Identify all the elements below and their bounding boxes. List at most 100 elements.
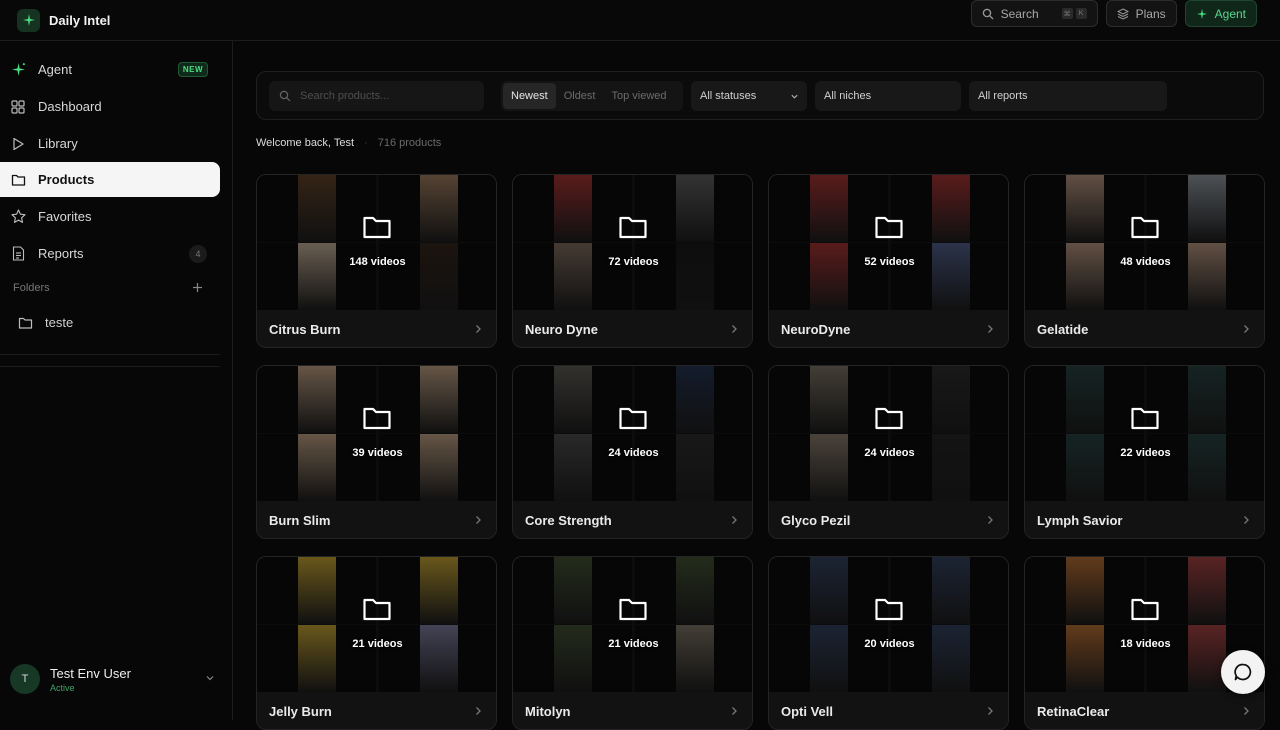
sidebar-item-library[interactable]: Library [0, 126, 220, 161]
folder-item-teste[interactable]: teste [18, 315, 73, 330]
product-card-footer: Mitolyn [513, 692, 752, 729]
sidebar: Agent NEW Dashboard Library Products Fav… [0, 41, 233, 720]
product-card[interactable]: 148 videos Citrus Burn [256, 174, 497, 348]
search-label: Search [1000, 6, 1039, 21]
product-card[interactable]: 21 videos Mitolyn [512, 556, 753, 730]
product-card[interactable]: 39 videos Burn Slim [256, 365, 497, 539]
search-button[interactable]: Search ⌘ K [970, 0, 1098, 27]
agent-button[interactable]: Agent [1184, 0, 1257, 27]
product-thumbnail-grid: 48 videos [1025, 175, 1264, 310]
chevron-right-icon [730, 706, 738, 716]
product-name: Gelatide [1037, 322, 1089, 337]
product-thumbnail-grid: 52 videos [769, 175, 1008, 310]
sidebar-item-label: Products [38, 172, 95, 187]
video-count: 21 videos [352, 638, 403, 650]
product-card[interactable]: 24 videos Glyco Pezil [768, 365, 1009, 539]
avatar: T [10, 664, 40, 694]
niche-select[interactable]: All niches [815, 81, 961, 111]
sidebar-item-label: Favorites [38, 209, 92, 224]
folder-icon [18, 316, 33, 330]
folder-icon [618, 214, 648, 240]
product-card-footer: Lymph Savior [1025, 501, 1264, 538]
folder-label: teste [45, 315, 74, 330]
folder-icon [1130, 214, 1160, 240]
welcome-line: Welcome back, Test · 716 products [256, 137, 441, 149]
product-name: Citrus Burn [269, 322, 341, 337]
product-card-footer: Citrus Burn [257, 310, 496, 347]
video-count: 22 videos [1120, 447, 1171, 459]
chevron-right-icon [1242, 515, 1250, 525]
chat-bubble-icon [1233, 662, 1253, 682]
sidebar-item-label: Library [38, 136, 78, 151]
product-card[interactable]: 48 videos Gelatide [1024, 174, 1265, 348]
chat-button[interactable] [1221, 650, 1265, 694]
reports-count-badge: 4 [189, 244, 207, 263]
sidebar-item-label: Dashboard [38, 99, 102, 114]
folder-icon [362, 214, 392, 240]
product-card[interactable]: 72 videos Neuro Dyne [512, 174, 753, 348]
plans-button[interactable]: Plans [1105, 0, 1177, 27]
product-card[interactable]: 22 videos Lymph Savior [1024, 365, 1265, 539]
video-count: 48 videos [1120, 256, 1171, 268]
product-card[interactable]: 20 videos Opti Vell [768, 556, 1009, 730]
folder-icon [618, 405, 648, 431]
product-card-footer: Glyco Pezil [769, 501, 1008, 538]
sort-toggle: Newest Oldest Top viewed [501, 81, 683, 111]
chevron-right-icon [474, 515, 482, 525]
folder-icon [874, 214, 904, 240]
video-count: 24 videos [608, 447, 659, 459]
sidebar-divider [0, 366, 220, 367]
sidebar-item-products[interactable]: Products [0, 162, 220, 197]
grid-icon [10, 99, 26, 115]
welcome-text: Welcome back, Test [256, 137, 355, 149]
report-select[interactable]: All reports [969, 81, 1167, 111]
product-thumbnail-grid: 24 videos [769, 366, 1008, 501]
search-icon [279, 90, 291, 102]
new-badge: NEW [177, 62, 208, 77]
chevron-down-icon [790, 92, 799, 101]
folder-icon [10, 172, 26, 188]
folder-icon [1130, 405, 1160, 431]
sort-oldest[interactable]: Oldest [556, 83, 604, 109]
product-card-footer: Neuro Dyne [513, 310, 752, 347]
brand[interactable]: Daily Intel [17, 8, 111, 32]
product-thumbnail-grid: 148 videos [257, 175, 496, 310]
product-thumbnail-grid: 21 videos [257, 557, 496, 692]
separator: · [364, 137, 368, 149]
plus-icon [193, 283, 202, 292]
chevron-down-icon [205, 673, 215, 683]
document-icon [10, 246, 26, 262]
product-card[interactable]: 52 videos NeuroDyne [768, 174, 1009, 348]
sparkle-icon [1196, 8, 1208, 20]
product-card-footer: Burn Slim [257, 501, 496, 538]
product-name: Neuro Dyne [525, 322, 598, 337]
product-card[interactable]: 24 videos Core Strength [512, 365, 753, 539]
video-count: 24 videos [864, 447, 915, 459]
product-thumbnail-grid: 24 videos [513, 366, 752, 501]
sidebar-item-agent[interactable]: Agent NEW [0, 52, 220, 87]
sidebar-item-reports[interactable]: Reports 4 [0, 236, 220, 271]
product-count: 716 products [377, 137, 442, 149]
app-name: Daily Intel [49, 12, 111, 28]
folder-icon [1130, 596, 1160, 622]
chevron-right-icon [986, 515, 994, 525]
status-select[interactable]: All statuses [691, 81, 807, 111]
sidebar-item-dashboard[interactable]: Dashboard [0, 89, 220, 124]
video-count: 39 videos [352, 447, 403, 459]
sort-newest[interactable]: Newest [503, 83, 556, 109]
product-thumbnail-grid: 72 videos [513, 175, 752, 310]
sidebar-item-favorites[interactable]: Favorites [0, 199, 220, 234]
product-card[interactable]: 18 videos RetinaClear [1024, 556, 1265, 730]
star-icon [10, 209, 26, 225]
search-input[interactable] [300, 90, 470, 102]
product-name: NeuroDyne [781, 322, 851, 337]
add-folder-button[interactable] [192, 282, 203, 294]
product-name: Jelly Burn [269, 704, 332, 719]
product-thumbnail-grid: 20 videos [769, 557, 1008, 692]
product-search[interactable] [269, 81, 484, 111]
user-menu[interactable]: T Test Env User Active [10, 664, 215, 694]
product-thumbnail-grid: 21 videos [513, 557, 752, 692]
sort-top-viewed[interactable]: Top viewed [603, 83, 674, 109]
product-name: Burn Slim [269, 513, 331, 528]
product-card[interactable]: 21 videos Jelly Burn [256, 556, 497, 730]
